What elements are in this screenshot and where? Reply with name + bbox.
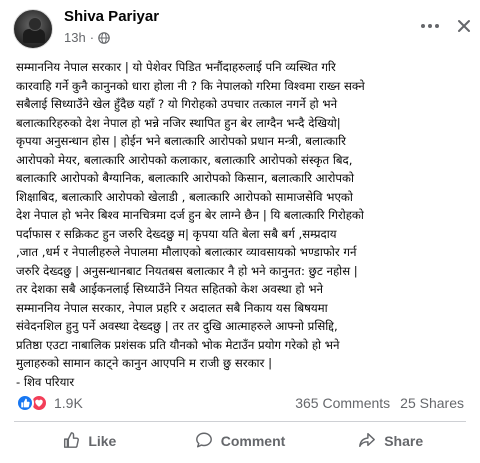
share-button[interactable]: Share (315, 425, 466, 457)
share-count[interactable]: 25 Shares (400, 395, 464, 411)
like-reaction-icon (16, 394, 34, 412)
post-line: तर देशका सबै आईकनलाई सिध्याउँने नियत सहि… (16, 282, 324, 296)
post-line: मुलाहरुको सामान काट्ने कानुन आएपनि म राज… (16, 356, 273, 370)
close-icon[interactable] (452, 14, 476, 38)
comment-count[interactable]: 365 Comments (295, 395, 390, 411)
post-signature: - शिव परियार (16, 374, 75, 389)
post-header: Shiva Pariyar 13h · (0, 0, 480, 52)
post-line: बलात्कारि आरोपको बैग्यानिक, बलात्कारि आर… (16, 171, 355, 185)
action-divider (14, 421, 466, 422)
author-avatar[interactable] (13, 9, 53, 49)
post-line: पर्दाफास र सक्रिकट हुन जरुरि देख्दछु म| … (16, 226, 337, 241)
post-line: कारवाहि गर्ने कुनै कानुनको धारा होला नी … (16, 78, 365, 93)
post-line: देश नेपाल हो भनेर बिश्व मानचित्रमा दर्ज … (16, 208, 364, 222)
post-meta: 13h · (64, 30, 110, 45)
post-stats: 1.9K 365 Comments 25 Shares (0, 394, 480, 414)
comment-button[interactable]: Comment (165, 425, 316, 457)
post-line: संवेदनशिल हुनु पर्ने अवस्था देख्दछु | तर… (16, 319, 338, 333)
post-time[interactable]: 13h (64, 30, 86, 45)
engagement-counts: 365 Comments 25 Shares (295, 395, 464, 411)
post-line: सबैलाई सिध्याउँने खेल हुँदैछ यहाँ ? यो ग… (16, 97, 338, 111)
post-line: कृपया अनुसन्धान होस | होईन भने बलात्कारि… (16, 134, 346, 148)
post-line: आरोपको मेयर, बलात्कारि आरोपको कलाकार, बल… (16, 152, 353, 167)
post-line: जरुरि देख्दछु | अनुसन्धानबाट नियतबस बलात… (16, 263, 358, 278)
like-button[interactable]: Like (14, 425, 165, 457)
author-name[interactable]: Shiva Pariyar (64, 8, 159, 25)
post-line: सम्माननिय नेपाल सरकार, नेपाल प्रहरि र अद… (16, 300, 328, 315)
post-body: सम्माननिय नेपाल सरकार | यो पेशेवर पिडित … (16, 58, 468, 391)
post-line: ,जात ,धर्म र नेपालीहरुले नेपालमा मौलाएको… (16, 245, 357, 259)
more-horizontal-icon[interactable] (418, 14, 442, 38)
share-label: Share (384, 433, 424, 449)
post-actions: Like Comment Share (14, 425, 466, 457)
comment-label: Comment (220, 433, 286, 449)
reactions-summary[interactable]: 1.9K (16, 394, 83, 412)
thumbs-up-icon (62, 431, 80, 452)
post-line: बलात्कारिहरुको देश नेपाल हो भन्ने नजिर स… (16, 115, 341, 130)
facebook-post: Shiva Pariyar 13h · सम्माननिय नेपाल सरका… (0, 0, 480, 463)
meta-separator: · (89, 30, 95, 45)
reaction-count: 1.9K (54, 395, 83, 411)
comment-bubble-icon (195, 431, 213, 452)
post-line: प्रतिष्ठा एउटा नाबालिक प्रशंसक प्रति यौन… (16, 337, 340, 352)
like-label: Like (88, 433, 117, 449)
share-arrow-icon (358, 431, 376, 452)
globe-icon[interactable] (98, 31, 110, 44)
post-line: सम्माननिय नेपाल सरकार | यो पेशेवर पिडित … (16, 60, 336, 74)
post-line: शिक्षाबिद, बलात्कारि आरोपको खेलाडी , बला… (16, 189, 353, 204)
